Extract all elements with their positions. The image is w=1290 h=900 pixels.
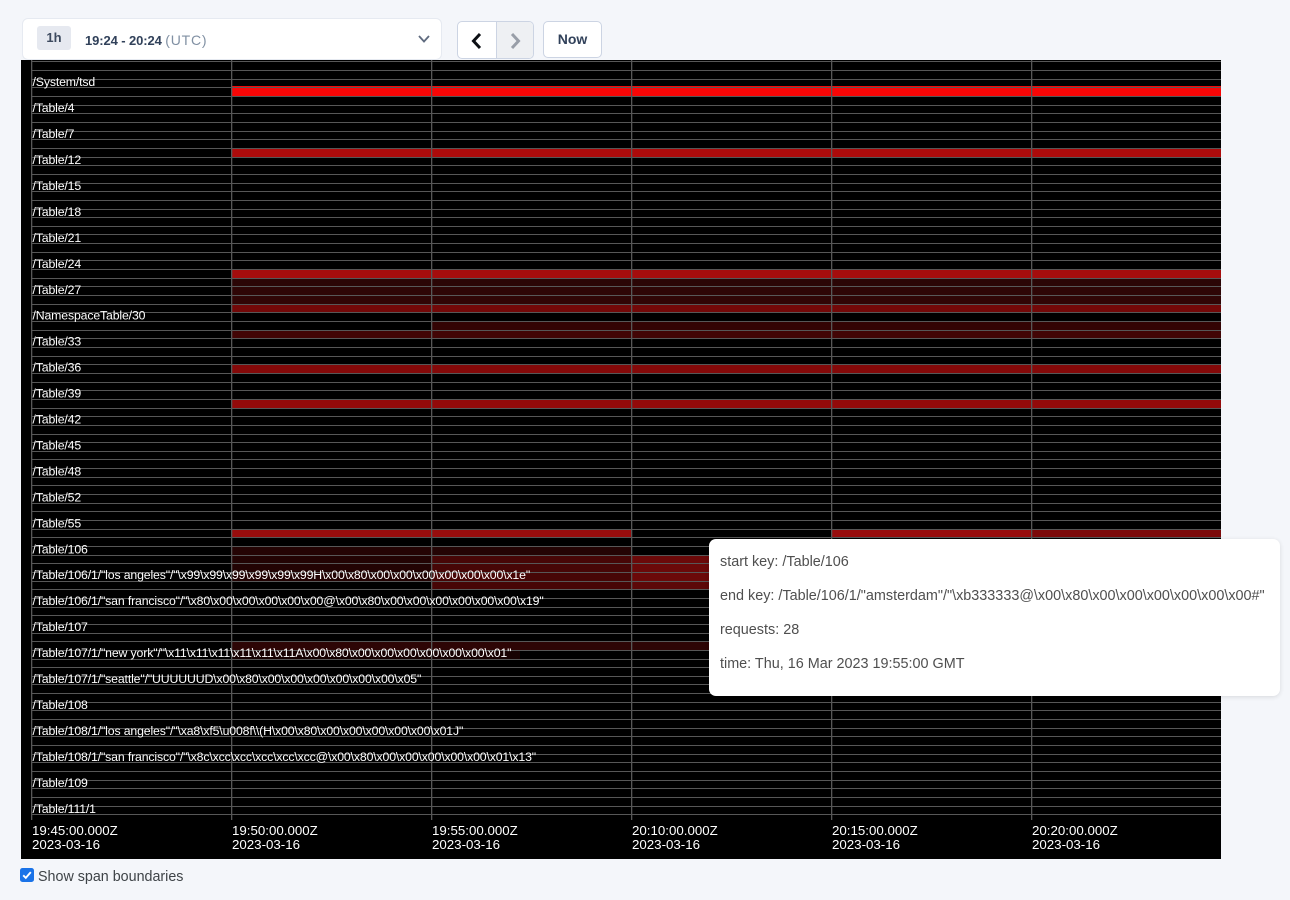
svg-text:/Table/107/1/"seattle"/"UUUUUU: /Table/107/1/"seattle"/"UUUUUUD\x00\x80\… [33,672,422,686]
svg-text:20:20:00.000Z: 20:20:00.000Z [1032,823,1118,838]
svg-text:19:55:00.000Z: 19:55:00.000Z [432,823,518,838]
svg-text:/NamespaceTable/30: /NamespaceTable/30 [33,309,146,323]
svg-text:/Table/33: /Table/33 [33,335,82,349]
svg-text:/Table/108/1/"san francisco"/": /Table/108/1/"san francisco"/"\x8c\xcc\x… [33,750,536,764]
svg-text:2023-03-16: 2023-03-16 [832,837,900,852]
svg-text:/Table/55: /Table/55 [33,516,82,530]
svg-text:/Table/7: /Table/7 [33,127,75,141]
svg-text:19:45:00.000Z: 19:45:00.000Z [32,823,118,838]
svg-text:/Table/111/1: /Table/111/1 [33,802,97,816]
svg-text:/Table/42: /Table/42 [33,413,82,427]
svg-text:2023-03-16: 2023-03-16 [32,837,100,852]
svg-text:/Table/12: /Table/12 [33,153,82,167]
svg-text:/Table/106/1/"san francisco"/": /Table/106/1/"san francisco"/"\x80\x00\x… [33,594,544,608]
svg-text:/Table/107/1/"new york"/"\x11\: /Table/107/1/"new york"/"\x11\x11\x11\x1… [33,646,512,660]
svg-text:2023-03-16: 2023-03-16 [432,837,500,852]
svg-text:/Table/48: /Table/48 [33,464,82,478]
svg-text:/Table/109: /Table/109 [33,776,89,790]
svg-text:/Table/108/1/"los angeles"/"\x: /Table/108/1/"los angeles"/"\xa8\xf5\u00… [33,724,464,738]
svg-text:2023-03-16: 2023-03-16 [232,837,300,852]
svg-text:2023-03-16: 2023-03-16 [1032,837,1100,852]
svg-text:/Table/107: /Table/107 [33,620,89,634]
svg-text:/Table/24: /Table/24 [33,257,82,271]
svg-text:/Table/27: /Table/27 [33,283,82,297]
svg-text:2023-03-16: 2023-03-16 [632,837,700,852]
svg-text:/Table/15: /Table/15 [33,179,82,193]
svg-text:19:50:00.000Z: 19:50:00.000Z [232,823,318,838]
svg-text:/Table/4: /Table/4 [33,101,75,115]
svg-text:/Table/106: /Table/106 [33,542,89,556]
svg-text:20:10:00.000Z: 20:10:00.000Z [632,823,718,838]
svg-text:/Table/21: /Table/21 [33,231,82,245]
svg-text:/Table/108: /Table/108 [33,698,89,712]
svg-text:/Table/52: /Table/52 [33,490,82,504]
svg-text:/Table/106/1/"los angeles"/"\x: /Table/106/1/"los angeles"/"\x99\x99\x99… [33,568,531,582]
svg-text:/Table/45: /Table/45 [33,438,82,452]
svg-text:/Table/39: /Table/39 [33,387,82,401]
svg-text:20:15:00.000Z: 20:15:00.000Z [832,823,918,838]
svg-text:/Table/18: /Table/18 [33,205,82,219]
svg-text:/System/tsd: /System/tsd [33,75,96,89]
svg-text:/Table/36: /Table/36 [33,361,82,375]
